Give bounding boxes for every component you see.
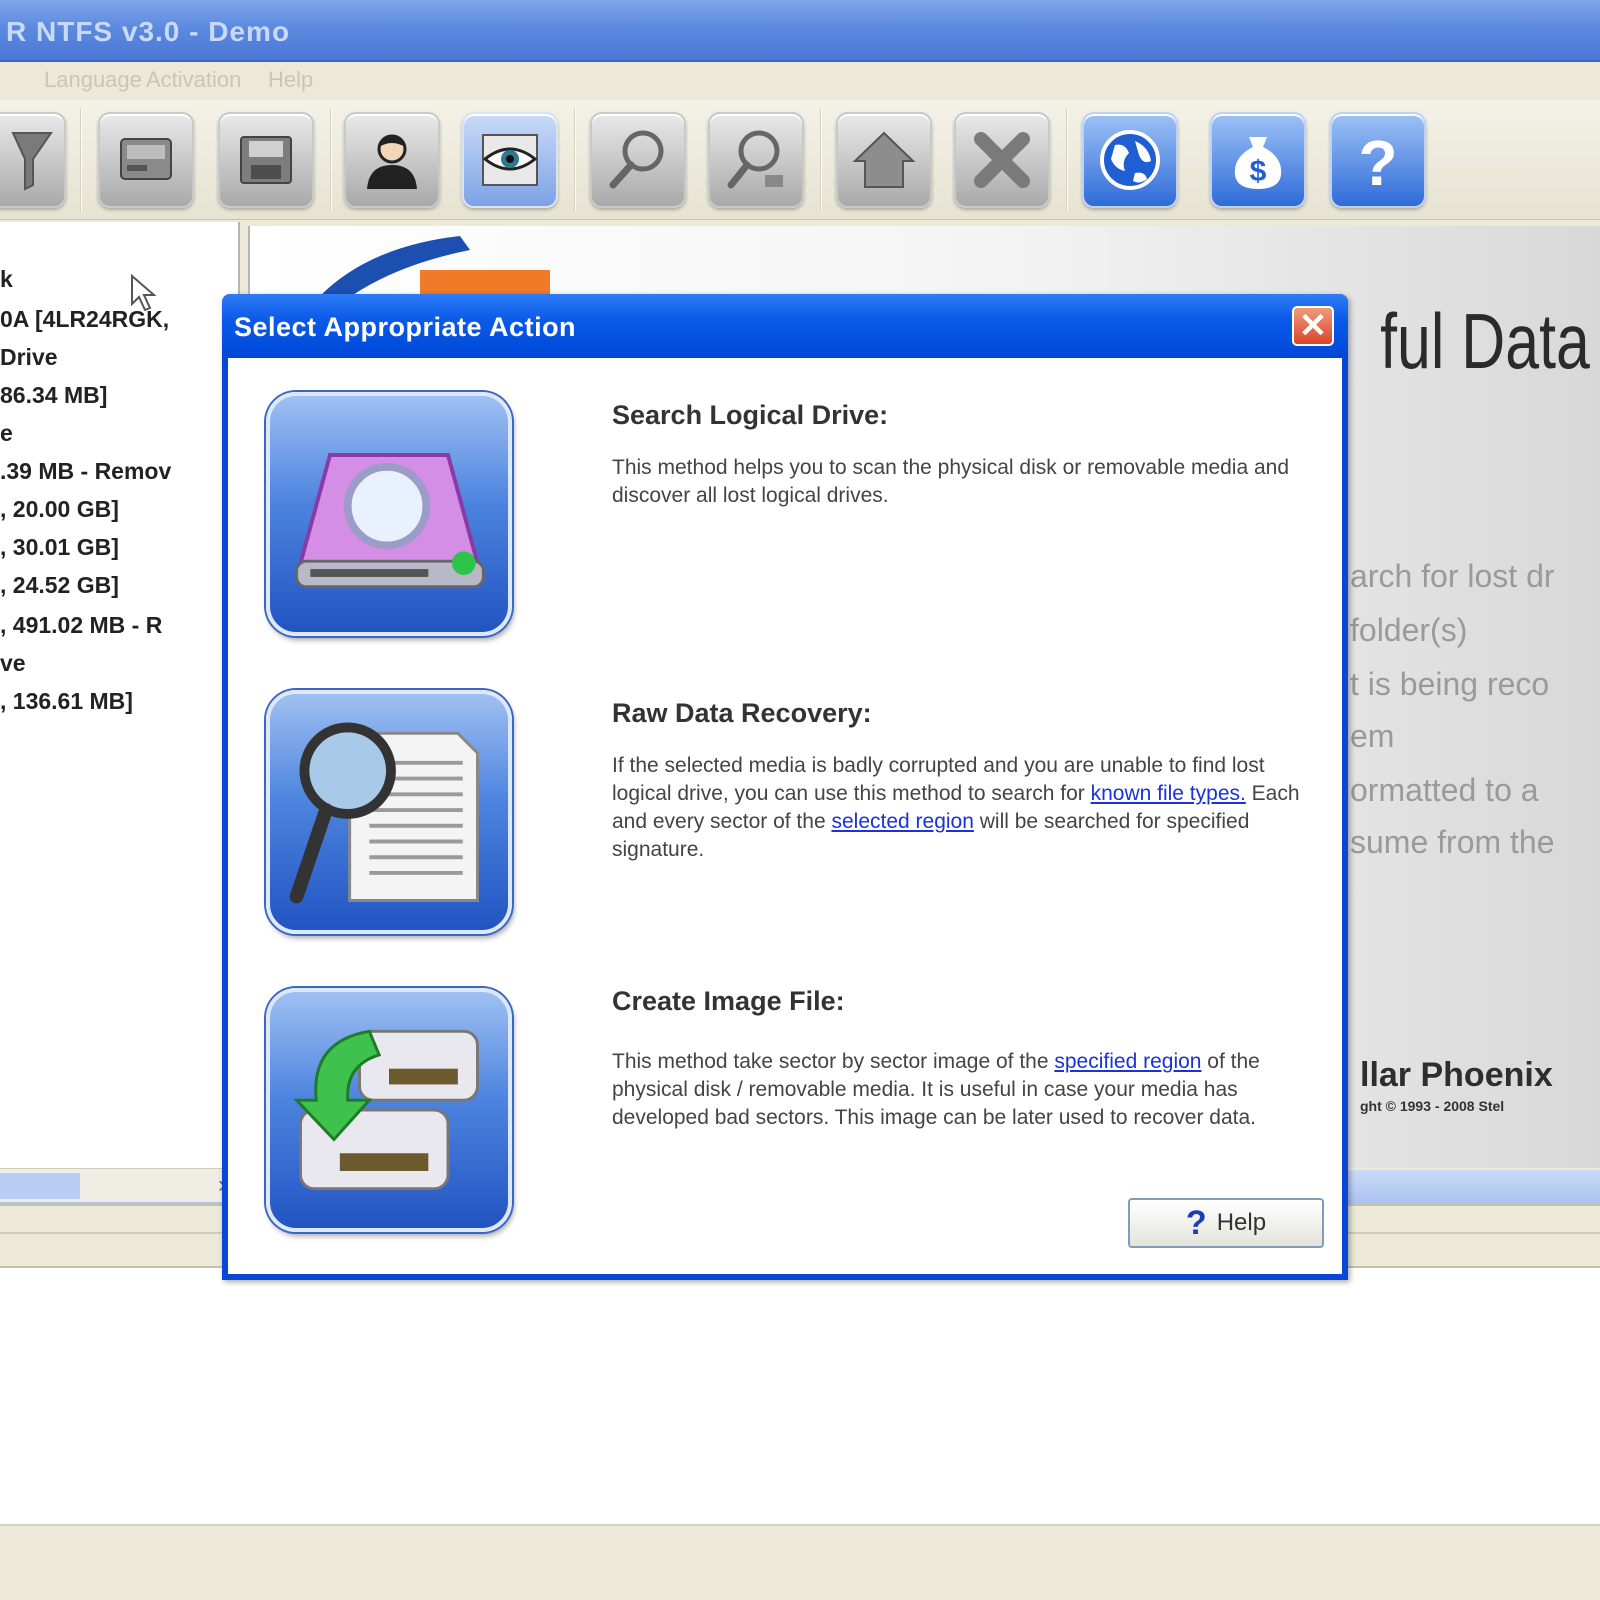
- tree-item[interactable]: , 20.00 GB]: [0, 496, 119, 523]
- search-logical-drive-desc: This method helps you to scan the physic…: [612, 454, 1322, 510]
- toolbar-filter-button[interactable]: [0, 112, 66, 208]
- welcome-text-line: folder(s): [1350, 612, 1468, 648]
- drive-icon: [120, 138, 172, 180]
- welcome-text-line: ormatted to a: [1350, 772, 1539, 808]
- welcome-text-line: t is being reco: [1350, 666, 1550, 702]
- save-disk-icon: [240, 136, 292, 184]
- menu-help[interactable]: Help: [268, 67, 313, 93]
- select-action-dialog: Select Appropriate Action ✕ Search Logic…: [222, 294, 1348, 1280]
- money-bag-icon: $: [1234, 137, 1282, 189]
- svg-text:?: ?: [1358, 127, 1397, 195]
- preview-eye-icon: [482, 134, 538, 186]
- tree-item[interactable]: , 491.02 MB - R: [0, 612, 162, 639]
- toolbar-advanced-search-button[interactable]: [708, 112, 804, 208]
- welcome-text-line: em: [1350, 718, 1395, 754]
- specified-region-link[interactable]: specified region: [1054, 1050, 1201, 1073]
- globe-icon: [1100, 130, 1160, 190]
- app-title: R NTFS v3.0 - Demo: [6, 16, 291, 47]
- question-mark-icon: ?: [1185, 1203, 1207, 1242]
- copyright-text: ght © 1993 - 2008 Stel: [1360, 1098, 1505, 1114]
- drive-tree-panel[interactable]: k 0A [4LR24RGK, Drive 86.34 MB] e .39 MB…: [0, 222, 240, 1212]
- welcome-heading: ful Data: [1380, 297, 1590, 385]
- search-logical-drive-desc-text: This method helps you to scan the physic…: [612, 456, 1290, 507]
- tree-item[interactable]: , 30.01 GB]: [0, 534, 119, 561]
- selected-region-link[interactable]: selected region: [831, 810, 973, 833]
- search-icon: [609, 130, 664, 189]
- toolbar: $ ?: [0, 100, 1600, 220]
- search-drive-icon: [295, 453, 485, 589]
- tree-item[interactable]: , 136.61 MB]: [0, 688, 133, 715]
- help-button[interactable]: ? Help: [1128, 1198, 1324, 1248]
- tree-item[interactable]: Drive: [0, 344, 58, 371]
- toolbar-home-button[interactable]: [836, 112, 932, 208]
- toolbar-help-button[interactable]: ?: [1330, 112, 1426, 208]
- brand-name: llar Phoenix: [1360, 1056, 1553, 1094]
- bottom-bar: [0, 1524, 1600, 1600]
- toolbar-preview-button[interactable]: [462, 112, 558, 208]
- toolbar-stop-button[interactable]: [954, 112, 1050, 208]
- create-image-file-desc: This method take sector by sector image …: [612, 1048, 1322, 1132]
- log-area: [0, 1268, 1600, 1524]
- scrollbar-thumb[interactable]: [0, 1173, 80, 1199]
- advanced-search-icon: [727, 130, 783, 189]
- tree-item[interactable]: e: [0, 420, 13, 447]
- mouse-cursor-icon: [131, 274, 157, 312]
- svg-text:$: $: [1250, 155, 1267, 188]
- raw-data-recovery-title: Raw Data Recovery:: [612, 698, 872, 728]
- menu-bar: Language Activation Help: [0, 62, 1600, 100]
- dialog-titlebar[interactable]: Select Appropriate Action ✕: [222, 294, 1348, 358]
- toolbar-drive-button[interactable]: [98, 112, 194, 208]
- tree-item[interactable]: 86.34 MB]: [0, 382, 107, 409]
- menu-activation[interactable]: Activation: [146, 67, 241, 93]
- dialog-title: Select Appropriate Action: [234, 312, 577, 342]
- tree-item[interactable]: , 24.52 GB]: [0, 572, 119, 599]
- tree-horizontal-scrollbar[interactable]: ›: [0, 1168, 240, 1202]
- toolbar-buy-button[interactable]: $: [1210, 112, 1306, 208]
- dialog-close-button[interactable]: ✕: [1292, 306, 1334, 346]
- help-button-label: Help: [1216, 1209, 1267, 1236]
- help-icon: ?: [1358, 127, 1397, 195]
- toolbar-search-button[interactable]: [590, 112, 686, 208]
- tree-item[interactable]: .39 MB - Remov: [0, 458, 171, 485]
- tree-item[interactable]: k: [0, 266, 13, 293]
- image-desc-text: This method take sector by sector image …: [612, 1050, 1055, 1073]
- raw-recovery-icon: [289, 722, 479, 904]
- known-file-types-link[interactable]: known file types.: [1091, 782, 1246, 805]
- close-icon: ✕: [1298, 307, 1328, 345]
- raw-data-recovery-button[interactable]: [266, 690, 512, 934]
- toolbar-user-button[interactable]: [344, 112, 440, 208]
- toolbar-globe-button[interactable]: [1082, 112, 1178, 208]
- dialog-body: Search Logical Drive: This method helps …: [228, 358, 1342, 1274]
- welcome-text-line: arch for lost dr: [1350, 558, 1555, 594]
- toolbar-save-button[interactable]: [218, 112, 314, 208]
- menu-language[interactable]: Language: [44, 67, 142, 93]
- filter-icon: [11, 132, 53, 191]
- raw-data-recovery-desc: If the selected media is badly corrupted…: [612, 752, 1322, 864]
- app-titlebar[interactable]: R NTFS v3.0 - Demo: [0, 0, 1600, 62]
- search-logical-drive-button[interactable]: [266, 392, 512, 636]
- create-image-file-title: Create Image File:: [612, 986, 845, 1016]
- create-image-file-button[interactable]: [266, 988, 512, 1232]
- tree-item[interactable]: ve: [0, 650, 26, 677]
- stop-icon: [974, 132, 1030, 188]
- create-image-icon: [293, 1029, 479, 1191]
- user-icon: [367, 134, 417, 189]
- welcome-text-line: sume from the: [1350, 824, 1555, 860]
- search-logical-drive-title: Search Logical Drive:: [612, 400, 889, 430]
- home-icon: [852, 131, 916, 188]
